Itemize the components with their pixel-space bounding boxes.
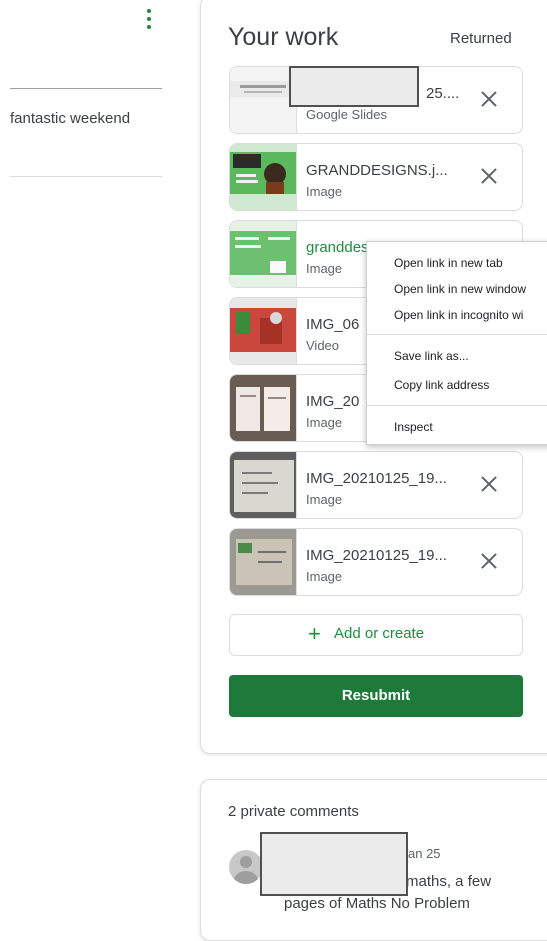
private-comments-title: 2 private comments bbox=[228, 803, 359, 820]
menu-separator bbox=[367, 334, 547, 335]
comment-text: fantastic weekend bbox=[10, 110, 131, 127]
divider bbox=[10, 88, 162, 89]
add-or-create-button[interactable]: + Add or create bbox=[229, 614, 523, 656]
redaction-box bbox=[260, 832, 408, 896]
attachment-item[interactable]: IMG_20210125_19... Image bbox=[229, 528, 523, 596]
attachment-type: Image bbox=[306, 492, 343, 507]
attachment-type: Image bbox=[306, 569, 343, 584]
attachment-thumbnail bbox=[230, 529, 297, 595]
attachment-name[interactable]: IMG_20 bbox=[306, 393, 359, 410]
attachment-name[interactable]: IMG_20210125_19... bbox=[306, 547, 447, 564]
menu-item-open-new-tab[interactable]: Open link in new tab bbox=[394, 256, 503, 270]
attachment-thumbnail bbox=[230, 67, 297, 133]
attachment-name[interactable]: IMG_20210125_19... bbox=[306, 470, 447, 487]
attachment-type: Google Slides bbox=[306, 107, 387, 122]
plus-icon: + bbox=[308, 621, 321, 646]
attachment-thumbnail bbox=[230, 221, 297, 287]
comment-date: an 25 bbox=[408, 846, 441, 861]
attachment-thumbnail bbox=[230, 452, 297, 518]
attachment-type: Image bbox=[306, 261, 343, 276]
attachment-item[interactable]: GRANDDESIGNS.j... Image bbox=[229, 143, 523, 211]
attachment-type: Image bbox=[306, 415, 343, 430]
menu-item-open-incognito[interactable]: Open link in incognito wi bbox=[394, 308, 523, 322]
attachment-name[interactable]: GRANDDESIGNS.j... bbox=[306, 162, 448, 179]
comment-text: maths, a few bbox=[406, 873, 492, 890]
attachment-name[interactable]: IMG_06 bbox=[306, 316, 359, 333]
attachment-type: Video bbox=[306, 338, 340, 353]
avatar bbox=[229, 850, 263, 884]
context-menu: Open link in new tab Open link in new wi… bbox=[366, 241, 547, 445]
add-or-create-label: Add or create bbox=[334, 625, 425, 642]
resubmit-button[interactable]: Resubmit bbox=[229, 675, 523, 717]
menu-item-save-link[interactable]: Save link as... bbox=[394, 349, 469, 363]
menu-item-copy-link[interactable]: Copy link address bbox=[394, 378, 489, 392]
remove-attachment-icon[interactable] bbox=[478, 88, 500, 110]
attachment-thumbnail bbox=[230, 144, 297, 210]
attachment-name[interactable]: 25.... bbox=[426, 85, 459, 102]
menu-item-open-new-window[interactable]: Open link in new window bbox=[394, 282, 526, 296]
remove-attachment-icon[interactable] bbox=[478, 165, 500, 187]
private-comments-card: 2 private comments an 25 maths, a few pa… bbox=[200, 779, 547, 941]
more-options-icon[interactable] bbox=[142, 8, 156, 30]
attachment-type: Image bbox=[306, 184, 343, 199]
attachment-thumbnail bbox=[230, 375, 297, 441]
redaction-box bbox=[289, 66, 419, 107]
remove-attachment-icon[interactable] bbox=[478, 473, 500, 495]
status-label: Returned bbox=[450, 30, 512, 47]
divider bbox=[10, 176, 162, 177]
menu-separator bbox=[367, 405, 547, 406]
attachment-item[interactable]: IMG_20210125_19... Image bbox=[229, 451, 523, 519]
remove-attachment-icon[interactable] bbox=[478, 550, 500, 572]
comment-text: pages of Maths No Problem bbox=[284, 895, 470, 912]
attachment-thumbnail bbox=[230, 298, 297, 364]
menu-item-inspect[interactable]: Inspect bbox=[394, 420, 433, 434]
your-work-title: Your work bbox=[228, 23, 339, 51]
